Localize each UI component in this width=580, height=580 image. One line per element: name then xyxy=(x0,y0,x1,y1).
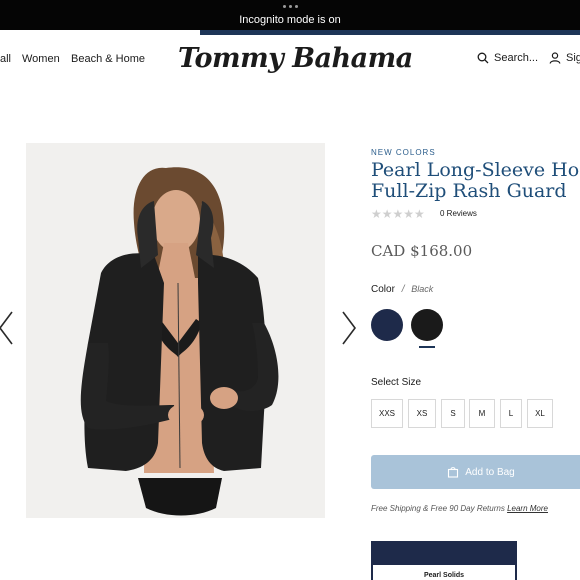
registered-mark: ® xyxy=(396,59,401,65)
shipping-info: Free Shipping & Free 90 Day Returns Lear… xyxy=(371,504,548,513)
collection-card-label: Pearl Solids xyxy=(423,572,465,579)
color-selector-label: Color / Black xyxy=(371,284,433,295)
model-illustration xyxy=(80,167,279,516)
product-title-line-1: Pearl Long-Sleeve Hoo xyxy=(371,159,580,181)
reviews-link[interactable]: 0 Reviews xyxy=(440,209,477,218)
search-label: Search... xyxy=(494,52,539,64)
more-dots-icon[interactable] xyxy=(283,5,298,8)
size-button-s[interactable]: S xyxy=(441,399,465,428)
shipping-text: Free Shipping & Free 90 Day Returns xyxy=(371,504,508,513)
product-image[interactable] xyxy=(26,143,325,518)
color-separator: / xyxy=(401,284,405,295)
rating-stars[interactable]: ★★★★★ xyxy=(371,207,425,221)
nav-item-beach-home[interactable]: Beach & Home xyxy=(71,53,145,65)
size-button-l[interactable]: L xyxy=(500,399,522,428)
color-label: Color xyxy=(371,284,395,295)
carousel-next-arrow-icon[interactable] xyxy=(339,310,359,346)
product-title-line-2: Full-Zip Rash Guard xyxy=(371,180,567,202)
size-button-xl[interactable]: XL xyxy=(527,399,553,428)
selected-color-name: Black xyxy=(411,284,434,294)
signin-button[interactable]: Sig xyxy=(549,52,580,64)
browser-status-bar: Incognito mode is on xyxy=(0,0,580,30)
incognito-banner: Incognito mode is on xyxy=(239,14,341,26)
selected-swatch-indicator xyxy=(419,346,435,348)
search-icon xyxy=(477,52,489,64)
brand-logo[interactable]: Tommy Bahama xyxy=(178,43,413,74)
add-to-bag-label: Add to Bag xyxy=(465,466,515,478)
collection-card[interactable]: Pearl Solids xyxy=(371,541,517,580)
add-to-bag-button[interactable]: Add to Bag xyxy=(371,455,580,489)
size-button-xs[interactable]: XS xyxy=(408,399,436,428)
search-button[interactable]: Search... xyxy=(477,52,538,64)
learn-more-link[interactable]: Learn More xyxy=(507,504,548,513)
site-header: all Women Beach & Home Tommy Bahama ® Se… xyxy=(0,35,580,87)
signin-label: Sig xyxy=(566,52,580,64)
product-title: Pearl Long-Sleeve Hoo Full-Zip Rash Guar… xyxy=(371,160,580,202)
product-eyebrow: NEW COLORS xyxy=(371,148,436,157)
color-swatch-black[interactable] xyxy=(411,309,443,341)
size-label: Select Size xyxy=(371,377,422,388)
color-swatch-navy[interactable] xyxy=(371,309,403,341)
carousel-prev-arrow-icon[interactable] xyxy=(0,310,16,346)
size-button-xxs[interactable]: XXS xyxy=(371,399,403,428)
nav-item-women[interactable]: Women xyxy=(22,53,60,65)
user-icon xyxy=(549,52,561,64)
shopping-bag-icon xyxy=(448,467,459,478)
size-button-m[interactable]: M xyxy=(469,399,495,428)
product-price: CAD $168.00 xyxy=(371,242,473,260)
nav-item-all[interactable]: all xyxy=(0,53,11,65)
